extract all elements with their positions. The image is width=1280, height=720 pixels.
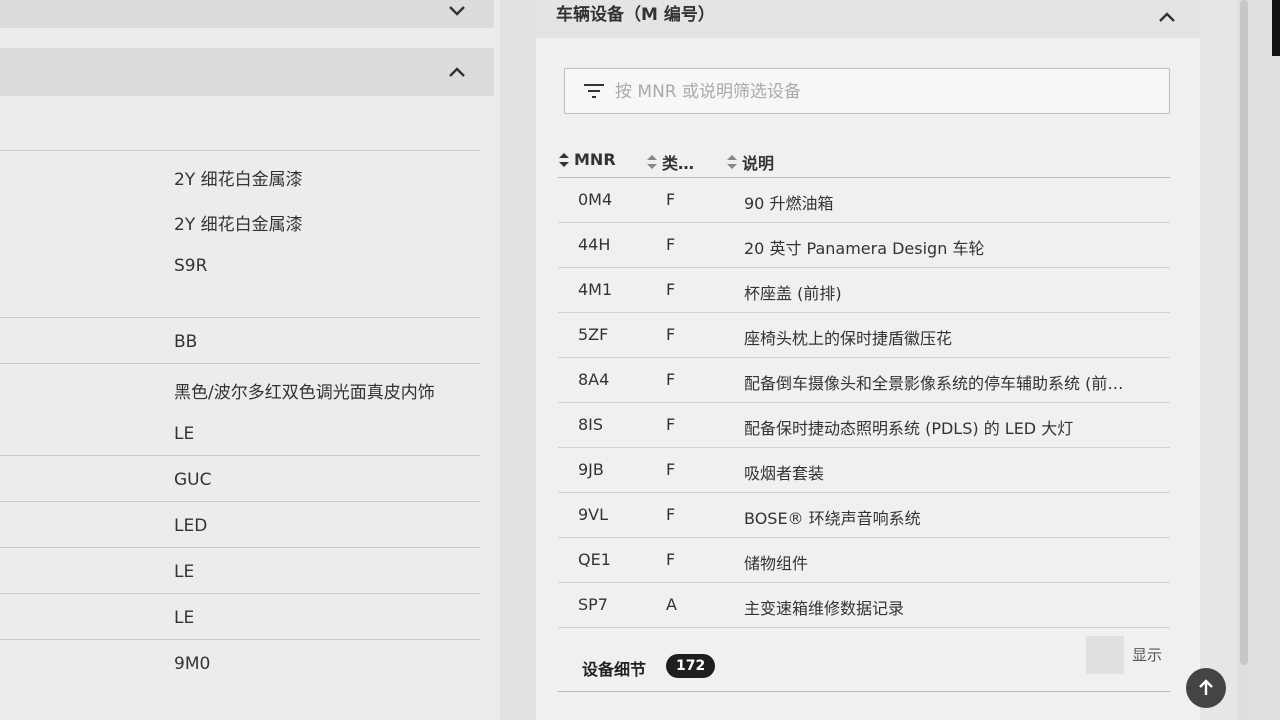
cell-description: BOSE® 环绕声音响系统 xyxy=(744,509,921,528)
cell-type: F xyxy=(666,235,676,254)
cell-mnr: 5ZF xyxy=(578,325,609,344)
cell-type: F xyxy=(666,415,676,434)
list-item: 9M0 xyxy=(0,640,480,686)
cell-type: F xyxy=(666,505,676,524)
details-label: 设备细节 xyxy=(582,660,647,679)
list-item: 2Y 细花白金属漆 xyxy=(0,150,480,196)
left-section-header-collapsed[interactable] xyxy=(0,0,494,28)
list-item: BB xyxy=(0,318,480,364)
sort-icon[interactable] xyxy=(726,154,738,170)
cell-description: 杯座盖 (前排) xyxy=(744,284,842,303)
cell-mnr: SP7 xyxy=(578,595,608,614)
column-header-description[interactable]: 说明 xyxy=(726,150,774,174)
column-header-label: 类… xyxy=(662,154,695,173)
left-section-header-expanded[interactable] xyxy=(0,48,494,96)
cell-type: F xyxy=(666,370,676,389)
cell-description: 座椅头枕上的保时捷盾徽压花 xyxy=(744,329,953,348)
cell-type: F xyxy=(666,280,676,299)
panel-divider xyxy=(500,0,536,720)
show-button[interactable]: 显示 xyxy=(1132,644,1162,665)
list-item: LE xyxy=(0,410,480,456)
scroll-to-top-button[interactable] xyxy=(1186,668,1226,708)
cell-type: F xyxy=(666,190,676,209)
cell-mnr: 44H xyxy=(578,235,611,254)
list-item-value: S9R xyxy=(174,256,208,276)
filter-icon xyxy=(584,84,604,98)
equipment-table: 0M4 F 90 升燃油箱 44H F 20 英寸 Panamera Desig… xyxy=(558,178,1170,628)
cell-type: A xyxy=(666,595,677,614)
table-row[interactable]: SP7 A 主变速箱维修数据记录 xyxy=(558,583,1170,628)
chevron-down-icon[interactable] xyxy=(446,0,468,22)
cell-mnr: 8IS xyxy=(578,415,604,434)
cell-mnr: 9JB xyxy=(578,460,604,479)
table-row[interactable]: 4M1 F 杯座盖 (前排) xyxy=(558,268,1170,313)
sort-icon[interactable] xyxy=(646,154,658,170)
sort-icon[interactable] xyxy=(558,152,570,168)
table-row[interactable]: 8IS F 配备保时捷动态照明系统 (PDLS) 的 LED 大灯 xyxy=(558,403,1170,448)
column-header-label: MNR xyxy=(574,150,616,169)
cell-mnr: 9VL xyxy=(578,505,609,524)
cell-mnr: 8A4 xyxy=(578,370,610,389)
window-edge xyxy=(1250,0,1280,720)
cell-mnr: 0M4 xyxy=(578,190,613,209)
table-row[interactable]: QE1 F 储物组件 xyxy=(558,538,1170,583)
list-item-value: LE xyxy=(174,562,195,582)
list-item: GUC xyxy=(0,456,480,502)
chevron-up-icon[interactable] xyxy=(1156,6,1178,28)
list-item-value: GUC xyxy=(174,470,212,490)
list-item-value: 2Y 细花白金属漆 xyxy=(174,170,303,190)
cell-description: 20 英寸 Panamera Design 车轮 xyxy=(744,239,985,258)
list-item-value: LE xyxy=(174,608,195,628)
list-item: 2Y 细花白金属漆 xyxy=(0,196,480,242)
table-row[interactable]: 5ZF F 座椅头枕上的保时捷盾徽压花 xyxy=(558,313,1170,358)
equipment-panel: 车辆设备（M 编号） MNR 类… 说明 0M4 F 90 升燃油箱 xyxy=(536,0,1200,720)
list-item-value: 黑色/波尔多红双色调光面真皮内饰 xyxy=(174,383,435,403)
cell-mnr: QE1 xyxy=(578,550,611,569)
list-item-value: BB xyxy=(174,332,198,352)
cell-type: F xyxy=(666,325,676,344)
table-header: MNR 类… 说明 xyxy=(558,142,1170,178)
cell-description: 主变速箱维修数据记录 xyxy=(744,599,905,618)
section-title: 车辆设备（M 编号） xyxy=(556,5,715,25)
filter-input[interactable] xyxy=(615,77,1155,107)
edge-marker xyxy=(1272,0,1280,56)
list-item-value: LE xyxy=(174,424,195,444)
table-row[interactable]: 0M4 F 90 升燃油箱 xyxy=(558,178,1170,223)
equipment-details-header[interactable]: 设备细节 172 显示 xyxy=(558,636,1170,692)
scrollbar-thumb[interactable] xyxy=(1240,0,1248,665)
cell-description: 配备倒车摄像头和全景影像系统的停车辅助系统 (前… xyxy=(744,374,1124,393)
left-panel: 2Y 细花白金属漆 2Y 细花白金属漆 S9R BB 黑色/波尔多红双色调光面真… xyxy=(0,0,500,720)
table-row[interactable]: 9VL F BOSE® 环绕声音响系统 xyxy=(558,493,1170,538)
list-item-value: 2Y 细花白金属漆 xyxy=(174,215,303,235)
cell-description: 配备保时捷动态照明系统 (PDLS) 的 LED 大灯 xyxy=(744,419,1074,438)
list-item-value: LED xyxy=(174,516,208,536)
table-row[interactable]: 8A4 F 配备倒车摄像头和全景影像系统的停车辅助系统 (前… xyxy=(558,358,1170,403)
cell-description: 吸烟者套装 xyxy=(744,464,825,483)
list-item: LE xyxy=(0,594,480,640)
chevron-up-icon[interactable] xyxy=(446,61,468,83)
cell-description: 90 升燃油箱 xyxy=(744,194,834,213)
list-item: LE xyxy=(0,548,480,594)
table-row[interactable]: 9JB F 吸烟者套装 xyxy=(558,448,1170,493)
list-item: S9R xyxy=(0,242,480,318)
column-header-label: 说明 xyxy=(742,154,775,173)
equipment-section-header[interactable]: 车辆设备（M 编号） xyxy=(536,0,1200,38)
cell-mnr: 4M1 xyxy=(578,280,613,299)
cell-description: 储物组件 xyxy=(744,554,809,573)
table-row[interactable]: 44H F 20 英寸 Panamera Design 车轮 xyxy=(558,223,1170,268)
cell-type: F xyxy=(666,550,676,569)
cell-type: F xyxy=(666,460,676,479)
arrow-up-icon xyxy=(1199,679,1213,695)
column-header-mnr[interactable]: MNR xyxy=(558,150,616,169)
column-header-type[interactable]: 类… xyxy=(646,150,694,174)
show-toggle-box[interactable] xyxy=(1086,636,1124,674)
filter-box[interactable] xyxy=(564,68,1170,114)
left-value-list: 2Y 细花白金属漆 2Y 细花白金属漆 S9R BB 黑色/波尔多红双色调光面真… xyxy=(0,150,480,686)
scrollbar[interactable] xyxy=(1238,0,1250,720)
details-count-badge: 172 xyxy=(666,654,716,678)
list-item: 黑色/波尔多红双色调光面真皮内饰 xyxy=(0,364,480,410)
list-item: LED xyxy=(0,502,480,548)
list-item-value: 9M0 xyxy=(174,654,211,674)
